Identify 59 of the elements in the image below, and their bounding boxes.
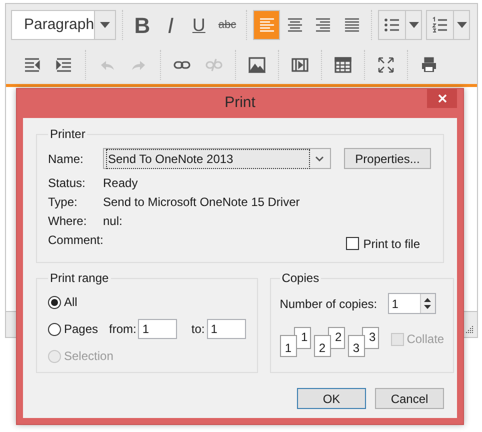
align-center-icon [286,16,304,34]
underline-button[interactable]: U [186,10,212,40]
radio-button[interactable] [48,296,61,308]
group-label: Printer [49,126,86,143]
to-field[interactable]: 1 [206,319,246,339]
align-left-icon [258,16,276,34]
printer-select[interactable]: Send To OneNote 2013 [103,148,331,169]
indent-icon [55,56,73,74]
caret-icon [456,22,466,28]
resize-grip-icon [464,324,474,334]
checkbox-label: Collate [406,331,444,348]
group-label: Print range [49,270,110,287]
outdent-icon [23,56,41,74]
field-label: Name: [48,150,84,168]
bullet-list-icon [383,16,401,34]
numbered-list-icon [431,16,449,34]
unlink-icon [205,56,223,74]
spin-arrows-icon [424,297,432,310]
properties-button[interactable]: Properties... [344,148,431,169]
dialog-button[interactable]: Cancel [375,388,444,409]
numbered-list-button[interactable] [426,10,470,40]
image-icon [248,56,266,74]
printer-icon [420,56,438,74]
radio-button[interactable] [48,322,61,336]
print-to-file-checkbox[interactable] [346,237,360,250]
radio-label: All [64,294,78,311]
align-right-icon [314,16,332,34]
caret-icon [408,22,418,28]
info-value: Send to Microsoft OneNote 15 Driver [103,194,300,210]
info-label: Comment: [48,232,103,248]
table-icon [334,56,352,74]
format-select[interactable]: Paragraph [11,10,116,40]
fullscreen-icon [377,56,395,74]
info-value: nul: [103,212,122,230]
checkbox-label: Print to file [363,236,420,252]
radio-label: Pages [64,321,98,338]
close-button[interactable] [427,89,457,108]
bullet-list-button[interactable] [378,10,422,40]
info-label: Where: [48,212,88,230]
info-value: Ready [103,174,138,192]
caret-icon [100,22,110,28]
strike-button[interactable]: abc [214,10,240,40]
info-label: Status: [48,174,86,192]
field-label: Number of copies: [280,296,378,312]
dialog-button[interactable]: OK [297,388,366,409]
align-justify-icon [342,16,361,34]
italic-button[interactable]: I [157,10,184,40]
chevron-down-icon [314,156,324,162]
bold-button[interactable]: B [129,10,156,40]
close-icon [438,94,446,103]
dialog-title: Print [224,93,256,114]
from-field[interactable]: 1 [138,319,178,339]
radio-label: Selection [64,348,114,365]
film-icon [291,56,309,74]
field-label: to: [191,321,205,338]
group-label: Copies [280,270,320,287]
info-label: Type: [48,194,78,210]
field-label: from: [109,321,136,338]
copies-spinner[interactable]: 1 [388,293,436,314]
